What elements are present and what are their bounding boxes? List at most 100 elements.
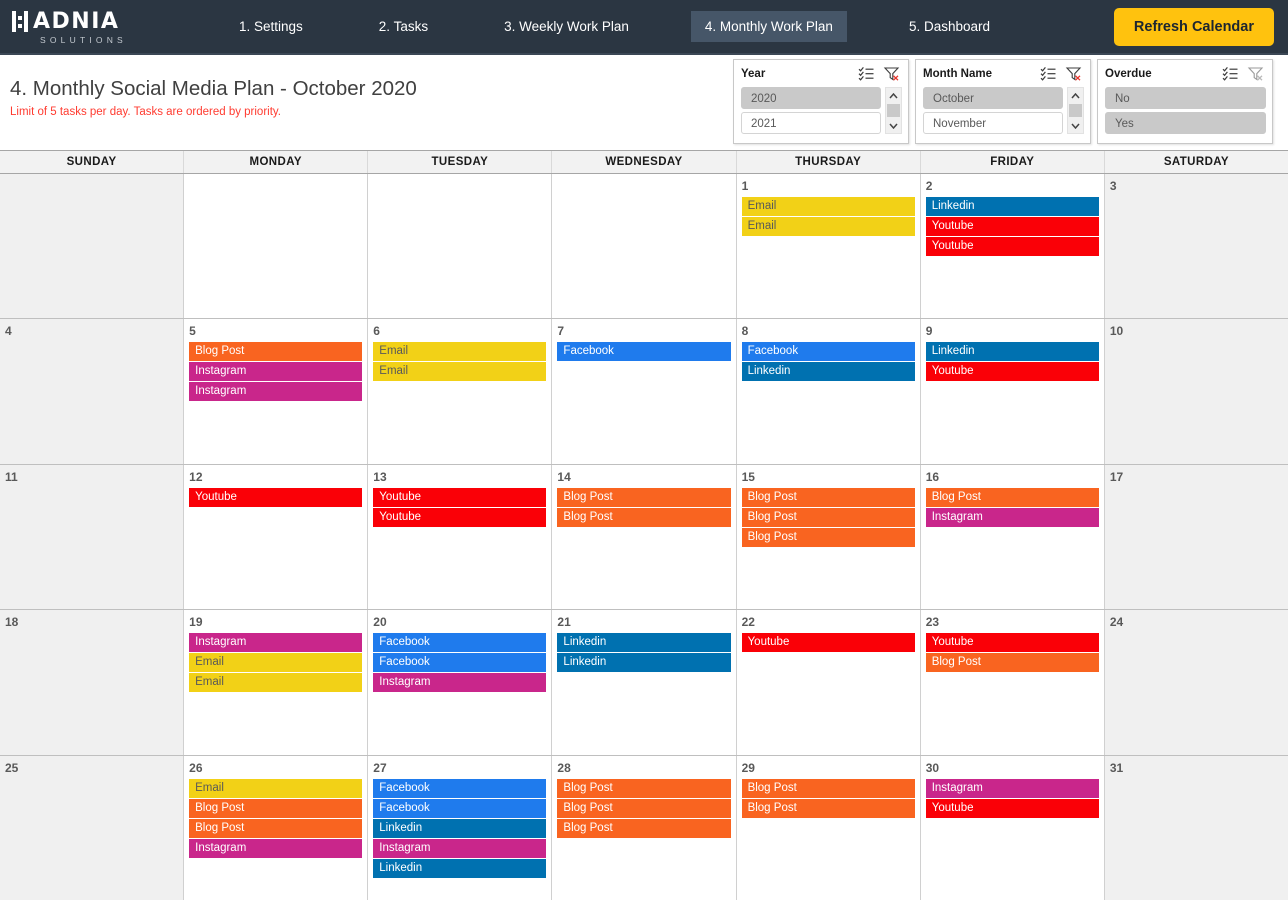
task-bar[interactable]: Blog Post: [557, 819, 730, 838]
day-cell-15[interactable]: 15Blog PostBlog PostBlog Post: [737, 465, 921, 609]
scroll-down-icon[interactable]: [886, 118, 901, 133]
scroll-down-icon[interactable]: [1068, 118, 1083, 133]
day-cell-18[interactable]: 18: [0, 610, 184, 754]
day-cell-11[interactable]: 11: [0, 465, 184, 609]
tab-monthly-work-plan[interactable]: 4. Monthly Work Plan: [691, 11, 847, 42]
task-bar[interactable]: Linkedin: [373, 859, 546, 878]
task-bar[interactable]: Blog Post: [742, 779, 915, 798]
day-cell-3[interactable]: 3: [1105, 174, 1288, 318]
slicer-year-scrollbar[interactable]: [885, 87, 902, 134]
task-bar[interactable]: Blog Post: [557, 508, 730, 527]
slicer-month-item-october[interactable]: October: [923, 87, 1063, 109]
scrollbar-thumb[interactable]: [1069, 104, 1082, 117]
task-bar[interactable]: Linkedin: [373, 819, 546, 838]
day-cell-23[interactable]: 23YoutubeBlog Post: [921, 610, 1105, 754]
clear-filter-icon[interactable]: [883, 66, 900, 81]
task-bar[interactable]: Linkedin: [926, 197, 1099, 216]
task-bar[interactable]: Blog Post: [189, 342, 362, 361]
task-bar[interactable]: Linkedin: [926, 342, 1099, 361]
day-cell-6[interactable]: 6EmailEmail: [368, 319, 552, 463]
task-bar[interactable]: Facebook: [373, 653, 546, 672]
day-cell-31[interactable]: 31: [1105, 756, 1288, 900]
day-cell-2[interactable]: 2LinkedinYoutubeYoutube: [921, 174, 1105, 318]
slicer-month-item-november[interactable]: November: [923, 112, 1063, 134]
task-bar[interactable]: Blog Post: [926, 653, 1099, 672]
day-cell-empty[interactable]: [0, 174, 184, 318]
multi-select-icon[interactable]: [1040, 66, 1057, 81]
task-bar[interactable]: Blog Post: [189, 819, 362, 838]
task-bar[interactable]: Facebook: [557, 342, 730, 361]
task-bar[interactable]: Youtube: [926, 217, 1099, 236]
day-cell-12[interactable]: 12Youtube: [184, 465, 368, 609]
task-bar[interactable]: Facebook: [742, 342, 915, 361]
task-bar[interactable]: Instagram: [373, 673, 546, 692]
task-bar[interactable]: Instagram: [373, 839, 546, 858]
scroll-up-icon[interactable]: [886, 88, 901, 103]
slicer-overdue-item-no[interactable]: No: [1105, 87, 1266, 109]
day-cell-26[interactable]: 26EmailBlog PostBlog PostInstagram: [184, 756, 368, 900]
task-bar[interactable]: Blog Post: [189, 799, 362, 818]
day-cell-4[interactable]: 4: [0, 319, 184, 463]
task-bar[interactable]: Blog Post: [742, 508, 915, 527]
task-bar[interactable]: Email: [373, 362, 546, 381]
tab-weekly-work-plan[interactable]: 3. Weekly Work Plan: [490, 11, 643, 42]
task-bar[interactable]: Instagram: [189, 839, 362, 858]
task-bar[interactable]: Youtube: [373, 508, 546, 527]
task-bar[interactable]: Youtube: [926, 799, 1099, 818]
task-bar[interactable]: Instagram: [926, 508, 1099, 527]
task-bar[interactable]: Linkedin: [557, 653, 730, 672]
day-cell-20[interactable]: 20FacebookFacebookInstagram: [368, 610, 552, 754]
day-cell-30[interactable]: 30InstagramYoutube: [921, 756, 1105, 900]
task-bar[interactable]: Email: [742, 197, 915, 216]
slicer-overdue-item-yes[interactable]: Yes: [1105, 112, 1266, 134]
day-cell-13[interactable]: 13YoutubeYoutube: [368, 465, 552, 609]
task-bar[interactable]: Youtube: [373, 488, 546, 507]
day-cell-8[interactable]: 8FacebookLinkedin: [737, 319, 921, 463]
day-cell-10[interactable]: 10: [1105, 319, 1288, 463]
task-bar[interactable]: Instagram: [189, 382, 362, 401]
task-bar[interactable]: Instagram: [189, 633, 362, 652]
tab-dashboard[interactable]: 5. Dashboard: [895, 11, 1004, 42]
task-bar[interactable]: Email: [189, 673, 362, 692]
clear-filter-icon[interactable]: [1247, 66, 1264, 81]
multi-select-icon[interactable]: [1222, 66, 1239, 81]
day-cell-25[interactable]: 25: [0, 756, 184, 900]
task-bar[interactable]: Blog Post: [742, 488, 915, 507]
scrollbar-thumb[interactable]: [887, 104, 900, 117]
tab-tasks[interactable]: 2. Tasks: [365, 11, 442, 42]
task-bar[interactable]: Email: [742, 217, 915, 236]
multi-select-icon[interactable]: [858, 66, 875, 81]
task-bar[interactable]: Youtube: [742, 633, 915, 652]
task-bar[interactable]: Email: [189, 653, 362, 672]
task-bar[interactable]: Instagram: [189, 362, 362, 381]
task-bar[interactable]: Linkedin: [742, 362, 915, 381]
task-bar[interactable]: Youtube: [926, 362, 1099, 381]
task-bar[interactable]: Blog Post: [557, 779, 730, 798]
task-bar[interactable]: Facebook: [373, 633, 546, 652]
day-cell-empty[interactable]: [368, 174, 552, 318]
slicer-month-scrollbar[interactable]: [1067, 87, 1084, 134]
day-cell-19[interactable]: 19InstagramEmailEmail: [184, 610, 368, 754]
day-cell-9[interactable]: 9LinkedinYoutube: [921, 319, 1105, 463]
day-cell-29[interactable]: 29Blog PostBlog Post: [737, 756, 921, 900]
task-bar[interactable]: Blog Post: [557, 488, 730, 507]
task-bar[interactable]: Youtube: [926, 633, 1099, 652]
task-bar[interactable]: Email: [189, 779, 362, 798]
day-cell-21[interactable]: 21LinkedinLinkedin: [552, 610, 736, 754]
task-bar[interactable]: Instagram: [926, 779, 1099, 798]
slicer-year-item-2021[interactable]: 2021: [741, 112, 881, 134]
task-bar[interactable]: Blog Post: [557, 799, 730, 818]
day-cell-empty[interactable]: [552, 174, 736, 318]
day-cell-27[interactable]: 27FacebookFacebookLinkedinInstagramLinke…: [368, 756, 552, 900]
tab-settings[interactable]: 1. Settings: [225, 11, 317, 42]
day-cell-22[interactable]: 22Youtube: [737, 610, 921, 754]
task-bar[interactable]: Blog Post: [742, 528, 915, 547]
clear-filter-icon[interactable]: [1065, 66, 1082, 81]
day-cell-16[interactable]: 16Blog PostInstagram: [921, 465, 1105, 609]
scroll-up-icon[interactable]: [1068, 88, 1083, 103]
day-cell-14[interactable]: 14Blog PostBlog Post: [552, 465, 736, 609]
task-bar[interactable]: Youtube: [926, 237, 1099, 256]
day-cell-7[interactable]: 7Facebook: [552, 319, 736, 463]
slicer-year-item-2020[interactable]: 2020: [741, 87, 881, 109]
day-cell-5[interactable]: 5Blog PostInstagramInstagram: [184, 319, 368, 463]
